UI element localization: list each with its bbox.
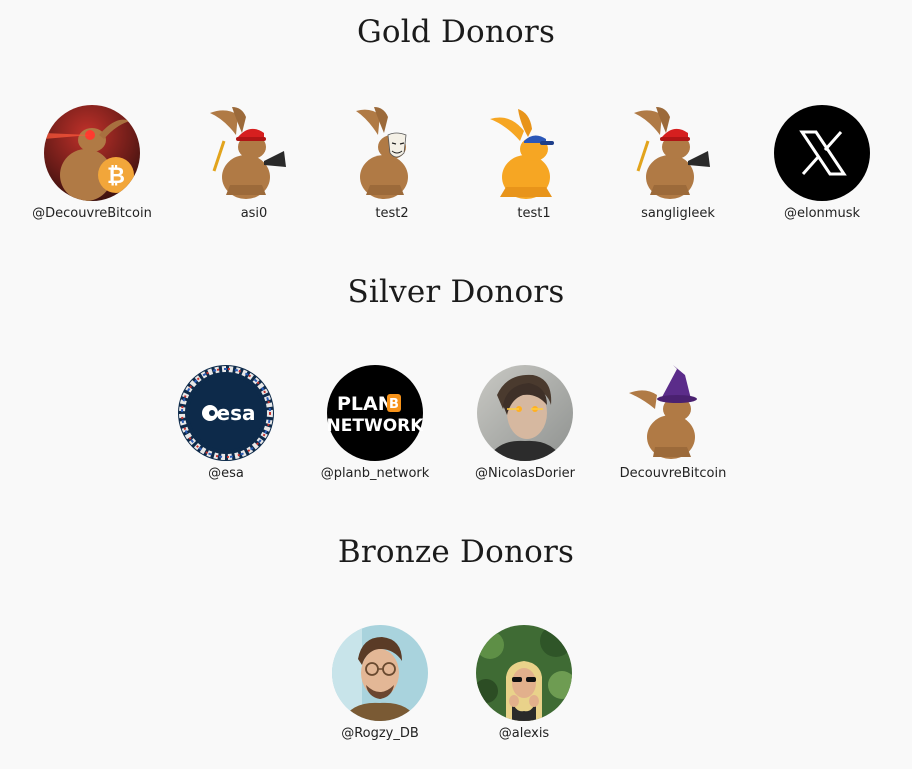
plan-b-network-logo-avatar: PLAN B NETWORK (327, 365, 423, 461)
donor-card[interactable]: test1 (459, 105, 609, 221)
plan-b-logo-line2: NETWORK (327, 416, 423, 436)
esa-logo-avatar: esa (178, 365, 274, 461)
man-laser-eyes-photo-avatar (477, 365, 573, 461)
donor-card[interactable]: sangligleek (603, 105, 753, 221)
donor-name: test1 (517, 206, 551, 221)
donor-card[interactable]: PLAN B NETWORK @planb_network (300, 365, 450, 481)
rabbit-guy-fawkes-mask-avatar (344, 105, 440, 201)
donor-card[interactable]: esa @esa (151, 365, 301, 481)
donor-name: asi0 (240, 206, 268, 221)
donor-name: test2 (375, 206, 409, 221)
donor-name: @esa (208, 466, 244, 481)
donor-name: @DecouvreBitcoin (32, 206, 152, 221)
bitcoin-rabbit-laser-eyes-avatar: ₿ (44, 105, 140, 201)
donor-card[interactable]: @alexis (449, 625, 599, 741)
man-glasses-photo-avatar (332, 625, 428, 721)
donor-name: @Rogzy_DB (341, 726, 419, 741)
donor-card[interactable]: DecouvreBitcoin (598, 365, 748, 481)
donor-card[interactable]: @NicolasDorier (450, 365, 600, 481)
section-title: Gold Donors (356, 14, 556, 50)
section-title: Silver Donors (347, 274, 565, 310)
donor-card[interactable]: ₿ @DecouvreBitcoin (17, 105, 167, 221)
svg-text:₿: ₿ (107, 164, 125, 189)
donor-name: @elonmusk (783, 206, 860, 221)
x-logo-avatar (774, 105, 870, 201)
donor-name: @planb_network (320, 466, 430, 481)
esa-logo-text: esa (217, 401, 256, 425)
donor-name: DecouvreBitcoin (619, 466, 727, 481)
woman-sunglasses-photo-avatar (476, 625, 572, 721)
section-title: Bronze Donors (337, 534, 575, 570)
donor-name: sangligleek (641, 206, 715, 221)
donor-name: @NicolasDorier (474, 466, 576, 481)
donor-card[interactable]: asi0 (179, 105, 329, 221)
rabbit-miner-red-helmet-avatar (206, 105, 302, 201)
rabbit-miner-red-helmet-avatar (630, 105, 726, 201)
donor-card[interactable]: @Rogzy_DB (305, 625, 455, 741)
plan-b-logo-badge: B (389, 397, 399, 412)
plan-b-logo-line1: PLAN (337, 393, 394, 415)
donor-name: @alexis (498, 726, 550, 741)
donor-card[interactable]: test2 (317, 105, 467, 221)
rabbit-purple-wizard-hat-avatar (625, 365, 721, 461)
orange-rabbit-blue-cap-avatar (486, 105, 582, 201)
donor-card[interactable]: @elonmusk (747, 105, 897, 221)
